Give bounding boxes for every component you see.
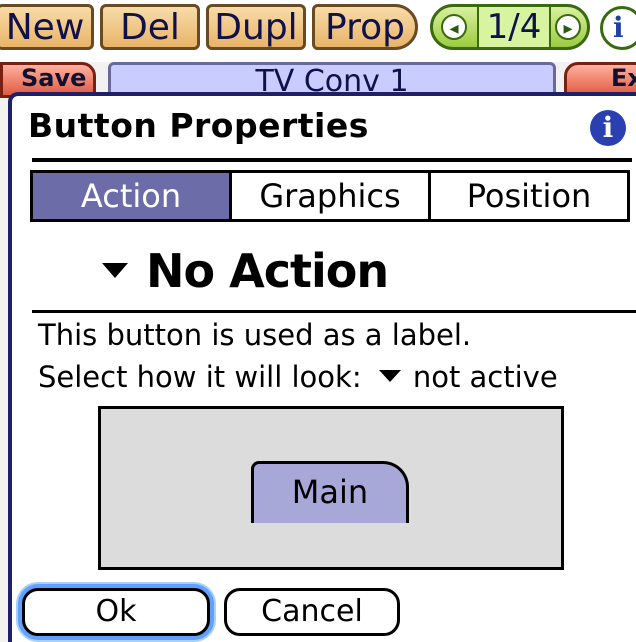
tab-bar: Action Graphics Position: [30, 170, 630, 222]
tab-graphics[interactable]: Graphics: [232, 173, 431, 219]
info-icon[interactable]: i: [590, 110, 626, 146]
action-dropdown-value: No Action: [146, 244, 389, 298]
action-dropdown[interactable]: No Action: [102, 244, 389, 298]
description-text: This button is used as a label.: [38, 318, 472, 352]
toolbar-info-icon[interactable]: i: [600, 6, 636, 50]
chevron-right-icon[interactable]: ▸: [555, 14, 581, 40]
chevron-left-icon[interactable]: ◂: [441, 14, 467, 40]
page-indicator: 1/4: [477, 7, 551, 47]
cancel-button[interactable]: Cancel: [224, 588, 400, 636]
section-divider: [32, 310, 636, 313]
look-row: Select how it will look: not active: [38, 360, 558, 394]
title-divider: [32, 158, 632, 162]
look-prompt: Select how it will look:: [38, 360, 362, 394]
ok-button[interactable]: Ok: [22, 588, 210, 636]
dialog-title: Button Properties: [28, 106, 369, 145]
delete-button[interactable]: Del: [100, 4, 200, 50]
button-properties-dialog: Button Properties i Action Graphics Posi…: [8, 92, 636, 642]
dropdown-arrow-icon: [102, 263, 128, 278]
page-navigator: ◂ 1/4 ▸: [430, 4, 590, 50]
tab-position[interactable]: Position: [431, 173, 627, 219]
preview-button: Main: [251, 461, 409, 523]
look-dropdown-value: not active: [412, 360, 558, 394]
new-button[interactable]: New: [0, 4, 94, 50]
toolbar: New Del Dupl Prop ◂ 1/4 ▸ i: [0, 0, 636, 62]
look-dropdown[interactable]: not active: [378, 360, 558, 394]
properties-button[interactable]: Prop: [312, 4, 418, 50]
tab-action[interactable]: Action: [33, 173, 232, 219]
dropdown-arrow-icon: [378, 370, 401, 382]
duplicate-button[interactable]: Dupl: [206, 4, 306, 50]
button-preview: Main: [98, 406, 564, 570]
